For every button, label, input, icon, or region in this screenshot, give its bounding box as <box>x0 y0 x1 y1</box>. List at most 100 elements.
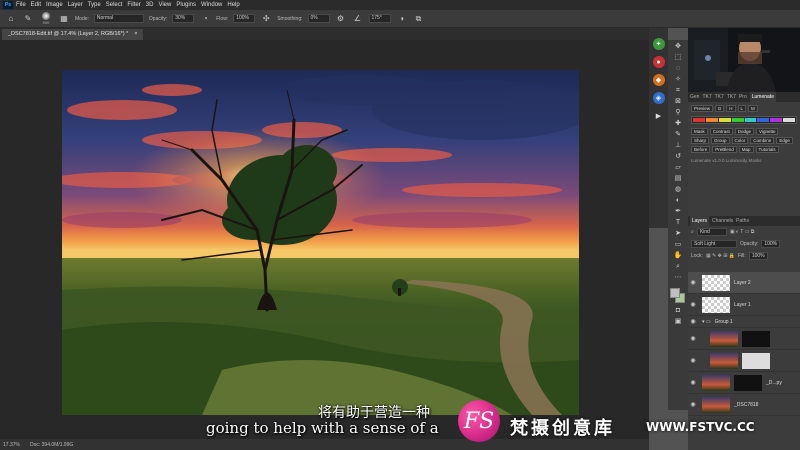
tab-gen[interactable]: Gen <box>690 94 699 100</box>
layer-row[interactable]: ◉ _DSC7818 <box>688 394 800 416</box>
visibility-eye-icon[interactable]: ◉ <box>688 318 698 325</box>
zoom-level[interactable]: 17.37% <box>3 442 20 448</box>
hand-tool-icon[interactable]: ✋ <box>672 251 684 260</box>
foreground-color-swatch[interactable] <box>670 288 680 298</box>
tab-pro[interactable]: Pro <box>739 94 747 100</box>
layer-row[interactable]: ◉ <box>688 350 800 372</box>
lumenate-edge-button[interactable]: Edge <box>776 137 793 144</box>
tab-channels[interactable]: Channels <box>712 218 733 224</box>
photoshop-logo-icon[interactable]: Ps <box>3 1 13 9</box>
dodge-tool-icon[interactable]: ◐ <box>672 196 684 205</box>
brush-tool-active-icon[interactable]: ✎ <box>672 130 684 139</box>
home-icon[interactable]: ⌂ <box>5 13 17 25</box>
mode-select[interactable]: Normal <box>93 14 144 23</box>
smoothing-field[interactable]: 0% <box>307 14 330 23</box>
marquee-tool-icon[interactable]: ⬚ <box>672 53 684 62</box>
layer-row[interactable]: ◉ <box>688 328 800 350</box>
plugin-blue-icon[interactable]: ◈ <box>652 92 665 104</box>
opacity-field[interactable]: 30% <box>172 14 195 23</box>
lumenate-sharp-button[interactable]: Sharp <box>691 137 710 144</box>
lumenate-preblend-button[interactable]: PreBlend <box>712 146 737 153</box>
tab-paths[interactable]: Paths <box>736 218 749 224</box>
lumenate-vignette-button[interactable]: Vignette <box>756 128 779 135</box>
menu-file[interactable]: File <box>16 2 26 8</box>
eraser-tool-icon[interactable]: ▱ <box>672 163 684 172</box>
menu-help[interactable]: Help <box>227 2 239 8</box>
luminosity-range-bar[interactable] <box>691 116 797 124</box>
menu-window[interactable]: Window <box>201 2 222 8</box>
lumenate-d-button[interactable]: D <box>715 105 725 112</box>
lumenate-contrast-button[interactable]: Contrast <box>709 128 733 135</box>
shape-tool-icon[interactable]: ▭ <box>672 240 684 249</box>
lock-icons[interactable]: ▦ ✎ ✥ ⊞ 🔒 <box>706 253 735 259</box>
visibility-eye-icon[interactable]: ◉ <box>688 335 698 342</box>
pen-tool-icon[interactable]: ✒ <box>672 207 684 216</box>
blur-tool-icon[interactable]: ◍ <box>672 185 684 194</box>
tab-lumenate[interactable]: Lumenate <box>749 92 776 102</box>
menu-type[interactable]: Type <box>88 2 101 8</box>
lumenate-combine-button[interactable]: Combine <box>750 137 775 144</box>
document-tab[interactable]: _DSC7818-Edit.tif @ 17.4% (Layer 2, RGB/… <box>2 29 144 40</box>
lumenate-h-button[interactable]: H <box>726 105 736 112</box>
visibility-eye-icon[interactable]: ◉ <box>688 379 698 386</box>
history-brush-tool-icon[interactable]: ↺ <box>672 152 684 161</box>
document-size[interactable]: Doc: 394.0M/1.99G <box>30 442 73 448</box>
menu-3d[interactable]: 3D <box>146 2 154 8</box>
menu-image[interactable]: Image <box>46 2 63 8</box>
lumenate-tutorials-button[interactable]: Tutorials <box>755 146 779 153</box>
type-tool-icon[interactable]: T <box>672 218 684 227</box>
blend-mode-select[interactable]: Soft Light <box>691 240 737 248</box>
visibility-eye-icon[interactable]: ◉ <box>688 401 698 408</box>
move-tool-icon[interactable]: ✥ <box>672 42 684 51</box>
layer-row[interactable]: ◉ _D...py <box>688 372 800 394</box>
lumenate-map-button[interactable]: Map <box>738 146 754 153</box>
zoom-tool-icon[interactable]: ⌕ <box>672 262 684 271</box>
canvas-area[interactable] <box>0 40 649 439</box>
healing-tool-icon[interactable]: ✚ <box>672 119 684 128</box>
fill-field[interactable]: 100% <box>748 252 768 260</box>
flow-field[interactable]: 100% <box>233 14 256 23</box>
more-tools-icon[interactable]: ⋯ <box>672 273 684 282</box>
tab-tk7-b[interactable]: TK7 <box>715 94 724 100</box>
menu-view[interactable]: View <box>158 2 171 8</box>
color-swatches[interactable] <box>670 288 686 304</box>
tab-tk7-c[interactable]: TK7 <box>727 94 736 100</box>
pressure-size-icon[interactable]: ◑ <box>396 13 408 25</box>
visibility-eye-icon[interactable]: ◉ <box>688 357 698 364</box>
lumenate-color-button[interactable]: Color <box>731 137 749 144</box>
symmetry-icon[interactable]: ⧉ <box>413 13 425 25</box>
lumenate-mask-button[interactable]: Mask <box>691 128 708 135</box>
airbrush-icon[interactable]: ✣ <box>260 13 272 25</box>
angle-field[interactable]: 175° <box>368 14 391 23</box>
quick-mask-icon[interactable]: ◘ <box>672 306 684 315</box>
plugin-orange-icon[interactable]: ◆ <box>652 74 665 86</box>
lumenate-preview-button[interactable]: Preview <box>691 105 714 112</box>
lumenate-l-button[interactable]: L <box>737 105 747 112</box>
visibility-eye-icon[interactable]: ◉ <box>688 301 698 308</box>
menu-layer[interactable]: Layer <box>68 2 83 8</box>
frame-tool-icon[interactable]: ⊠ <box>672 97 684 106</box>
brush-preset-picker[interactable]: 500 <box>39 11 53 26</box>
plugin-green-icon[interactable]: ✦ <box>652 38 665 50</box>
kind-filter-select[interactable]: Kind <box>696 228 727 236</box>
lumenate-dodge-button[interactable]: Dodge <box>734 128 755 135</box>
brush-tool-icon[interactable]: ✎ <box>22 13 34 25</box>
brush-settings-icon[interactable]: ▦ <box>58 13 70 25</box>
filter-icons[interactable]: ▣ ◐ T ▭ ⧉ <box>730 229 754 235</box>
menu-plugins[interactable]: Plugins <box>176 2 196 8</box>
gradient-tool-icon[interactable]: ▤ <box>672 174 684 183</box>
menu-edit[interactable]: Edit <box>31 2 41 8</box>
pressure-opacity-icon[interactable]: ◔ <box>199 13 211 25</box>
path-select-tool-icon[interactable]: ➤ <box>672 229 684 238</box>
menu-select[interactable]: Select <box>106 2 123 8</box>
lumenate-before-button[interactable]: Before <box>691 146 711 153</box>
menu-filter[interactable]: Filter <box>127 2 140 8</box>
crop-tool-icon[interactable]: ⌗ <box>672 86 684 95</box>
document-photo[interactable] <box>62 70 579 415</box>
layer-row[interactable]: ◉ Layer 2 <box>688 272 800 294</box>
tab-layers[interactable]: Layers <box>690 216 710 226</box>
play-icon[interactable]: ▶ <box>653 110 665 122</box>
lumenate-group-button[interactable]: Group <box>711 137 730 144</box>
clone-stamp-tool-icon[interactable]: ⊥ <box>672 141 684 150</box>
layer-row[interactable]: ◉ Layer 1 <box>688 294 800 316</box>
